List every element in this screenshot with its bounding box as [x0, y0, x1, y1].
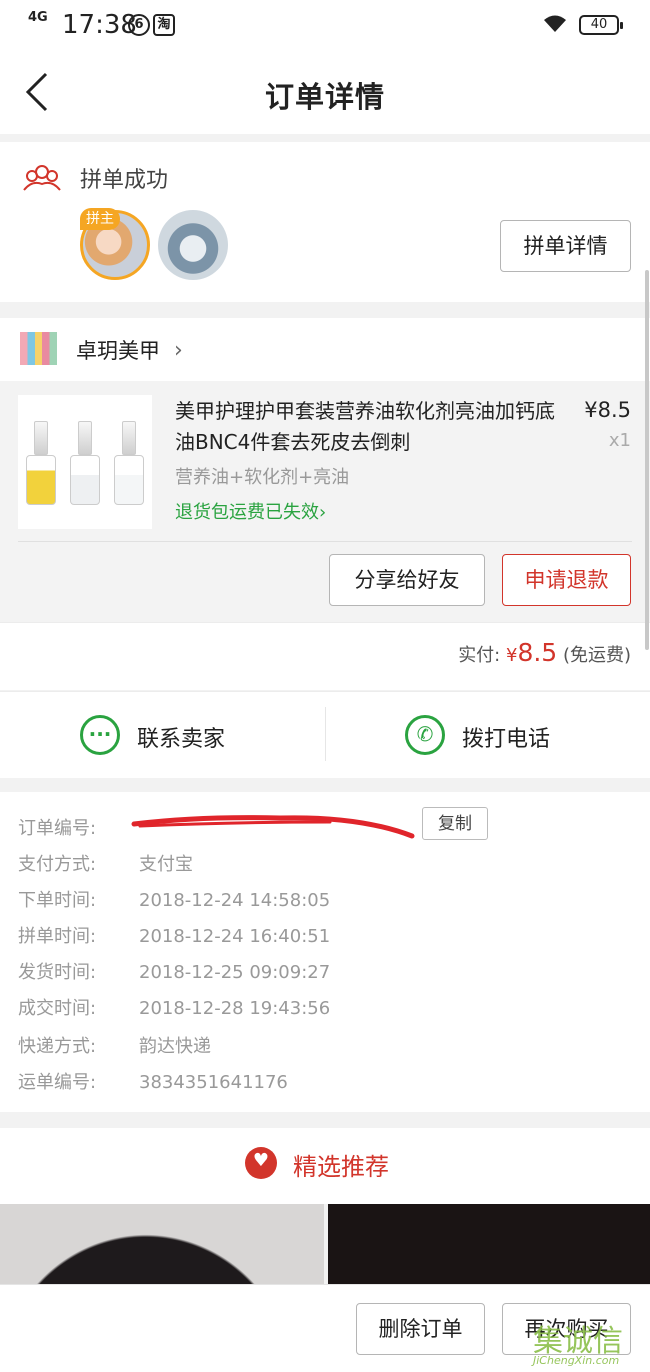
info-value: 2018-12-25 09:09:27	[139, 962, 331, 983]
info-key: 运单编号:	[18, 1072, 97, 1093]
store-name[interactable]: 卓玥美甲	[76, 335, 160, 365]
info-key: 发货时间:	[18, 962, 97, 983]
info-key: 下单时间:	[18, 890, 97, 911]
delete-order-button[interactable]: 删除订单	[356, 1303, 485, 1355]
product-price: ¥8.5	[584, 398, 631, 422]
return-notice-text: 退货包运费已失效	[175, 502, 319, 523]
header: 订单详情	[0, 50, 650, 134]
info-key: 成交时间:	[18, 998, 97, 1019]
bottle-cap	[78, 421, 92, 455]
info-value: 2018-12-28 19:43:56	[139, 998, 331, 1019]
wifi-icon	[542, 14, 568, 39]
info-key: 拼单时间:	[18, 926, 97, 947]
divider	[18, 541, 632, 542]
order-info-row: 下单时间: 2018-12-24 14:58:05	[18, 886, 330, 912]
heart-icon	[245, 1147, 277, 1179]
paid-amount: 8.5	[517, 638, 558, 667]
chevron-right-icon: ›	[319, 502, 327, 523]
bottle-white	[70, 455, 100, 505]
call-phone-label: 拨打电话	[462, 727, 551, 752]
call-phone-button[interactable]: ✆ 拨打电话	[405, 691, 605, 778]
taobao-icon: 淘	[153, 14, 175, 36]
info-value: 支付宝	[139, 854, 193, 875]
info-value: 2018-12-24 16:40:51	[139, 926, 331, 947]
info-key: 支付方式:	[18, 854, 97, 875]
product-image[interactable]	[18, 395, 152, 529]
info-value: 3834351641176	[139, 1072, 288, 1093]
group-status: 拼单成功	[80, 168, 169, 193]
info-value: 2018-12-24 14:58:05	[139, 890, 331, 911]
return-shipping-notice[interactable]: 退货包运费已失效›	[175, 498, 326, 524]
copy-button[interactable]: 复制	[422, 807, 488, 840]
paid-label: 实付:	[458, 645, 501, 666]
paid-row: 实付: ¥8.5 (免运费)	[458, 638, 631, 667]
order-info-row: 拼单时间: 2018-12-24 16:40:51	[18, 922, 330, 948]
order-info-row: 运单编号: 3834351641176	[18, 1068, 288, 1094]
status-bar: 4G 17:38 6 淘 40	[0, 0, 650, 50]
contact-seller-button[interactable]: ··· 联系卖家	[80, 691, 280, 778]
host-badge: 拼主	[80, 208, 120, 230]
store-logo	[20, 332, 57, 365]
bottle-clear	[114, 455, 144, 505]
info-key: 订单编号:	[18, 818, 97, 839]
avatar	[158, 210, 228, 280]
watermark-url: JiChengXin.com	[533, 1354, 620, 1367]
product-quantity: x1	[608, 430, 631, 451]
info-value: 韵达快递	[139, 1036, 211, 1057]
shipping-note: (免运费)	[562, 645, 631, 666]
group-detail-button[interactable]: 拼单详情	[500, 220, 631, 272]
watermark: 集诚信 JiChengXin.com	[533, 1316, 645, 1368]
recommend-title: 精选推荐	[293, 1153, 389, 1181]
chat-icon: ···	[80, 715, 120, 755]
bottle-yellow	[26, 455, 56, 505]
order-info-row: 订单编号:	[18, 814, 139, 840]
battery-icon: 40	[579, 15, 623, 35]
divider	[325, 707, 326, 761]
status-time: 17:38	[62, 10, 137, 40]
bottle-cap	[34, 421, 48, 455]
order-info-row: 支付方式: 支付宝	[18, 850, 193, 876]
order-info-row: 快递方式: 韵达快递	[18, 1032, 211, 1058]
order-info-row: 成交时间: 2018-12-28 19:43:56	[18, 994, 330, 1020]
phone-icon: ✆	[405, 715, 445, 755]
redaction-scribble	[131, 815, 415, 839]
page-title: 订单详情	[264, 80, 385, 114]
order-info-row: 发货时间: 2018-12-25 09:09:27	[18, 958, 330, 984]
share-button[interactable]: 分享给好友	[329, 554, 485, 606]
product-title[interactable]: 美甲护理护甲套装营养油软化剂亮油加钙底油BNC4件套去死皮去倒刺	[175, 396, 555, 458]
product-spec: 营养油+软化剂+亮油	[175, 467, 350, 488]
currency-symbol: ¥	[506, 645, 518, 666]
bottle-cap	[122, 421, 136, 455]
info-key: 快递方式:	[18, 1036, 97, 1057]
chevron-right-icon[interactable]: ›	[174, 338, 183, 363]
contact-seller-label: 联系卖家	[137, 727, 226, 752]
scrollbar[interactable]	[645, 270, 649, 650]
refund-button[interactable]: 申请退款	[502, 554, 631, 606]
network-indicator: 4G	[28, 10, 48, 25]
group-icon	[23, 165, 61, 191]
weibo-icon: 6	[128, 14, 150, 36]
